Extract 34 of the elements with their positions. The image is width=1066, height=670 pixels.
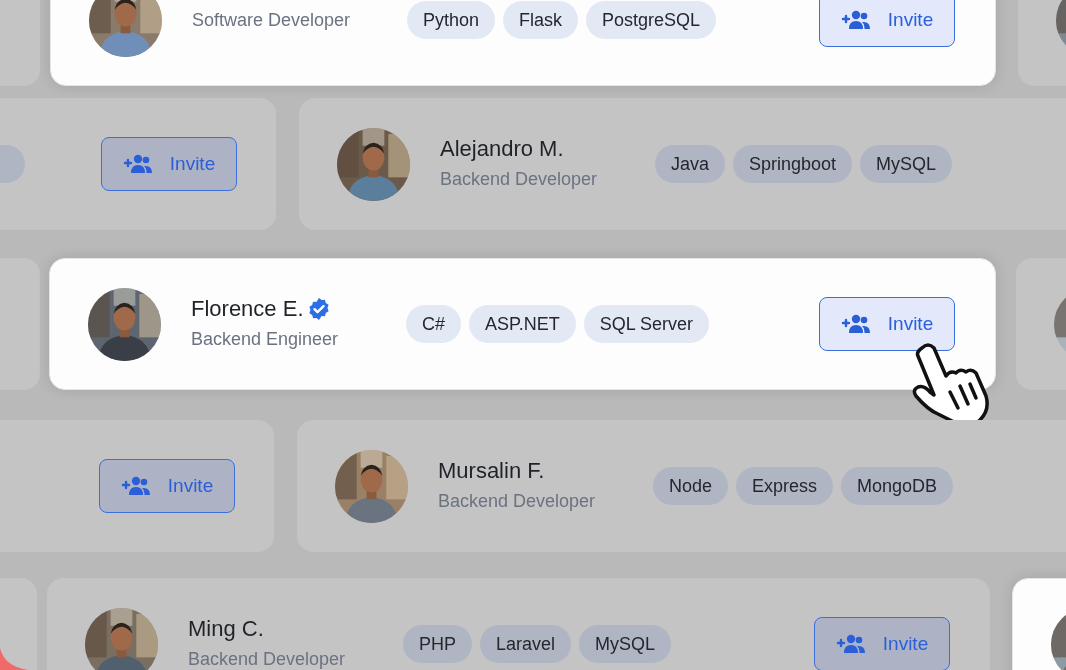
job-title: Backend Engineer <box>191 328 340 351</box>
job-title: Backend Developer <box>438 490 597 513</box>
skill-tag: Express <box>736 467 834 505</box>
skill-tag: MongoDB <box>841 467 954 505</box>
skill-tag: Java <box>655 145 726 183</box>
skill-tag: ASP.NET <box>469 305 576 343</box>
skill-tag: Node <box>653 467 729 505</box>
add-user-icon <box>840 314 871 334</box>
job-title: Backend Developer <box>188 648 347 670</box>
add-user-icon <box>835 634 866 654</box>
skill-tag: Laravel <box>480 625 572 663</box>
skill-tag: C# <box>406 305 461 343</box>
skill-tag: MySQL <box>860 145 953 183</box>
person-name: Alejandro M. <box>440 135 564 163</box>
invite-button[interactable]: Invite <box>101 137 237 191</box>
skill-tag: SQL Server <box>583 305 710 343</box>
skill-tag: MySQL <box>579 625 672 663</box>
skill-tag: Springboot <box>733 145 853 183</box>
invite-button[interactable]: Invite <box>819 0 955 47</box>
add-user-icon <box>120 476 151 496</box>
person-name: Ming C. <box>188 615 264 643</box>
skill-tag: Python <box>407 1 496 39</box>
add-user-icon <box>122 154 153 174</box>
skill-tag: Flask <box>503 1 579 39</box>
skill-tag: PHP <box>403 625 472 663</box>
add-user-icon <box>840 10 871 30</box>
person-name: Florence E. <box>191 295 304 323</box>
invite-button[interactable]: Invite <box>814 617 950 670</box>
job-title: Software Developer <box>192 9 352 32</box>
invite-button[interactable]: Invite <box>819 297 955 351</box>
invite-button[interactable]: Invite <box>99 459 235 513</box>
person-name: Mursalin F. <box>438 457 545 485</box>
skill-tag: PostgreSQL <box>586 1 717 39</box>
job-title: Backend Developer <box>440 168 599 191</box>
